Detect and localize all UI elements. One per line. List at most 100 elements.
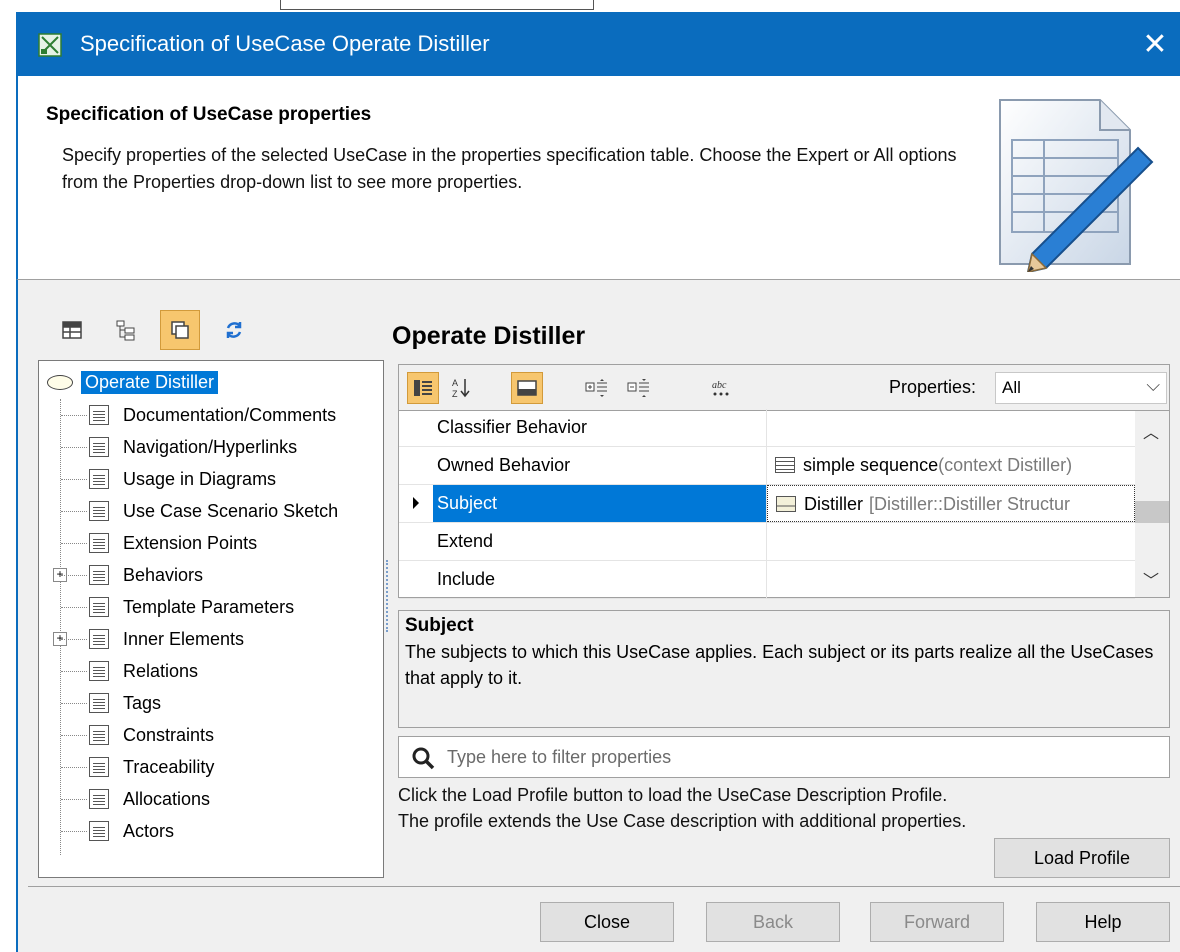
scroll-down-icon[interactable]: ﹀ — [1143, 567, 1159, 591]
background-window-fragment — [280, 0, 594, 10]
property-page-icon — [89, 757, 109, 777]
show-description-toggle[interactable] — [511, 372, 543, 404]
row-selector-icon — [413, 497, 419, 509]
tree-item[interactable]: Traceability — [47, 751, 377, 783]
tree-connector — [61, 511, 87, 512]
tree-icon — [116, 320, 135, 341]
sort-alphabetically-button[interactable]: A Z — [445, 372, 477, 404]
tree-connector — [61, 607, 87, 608]
panel-splitter[interactable] — [386, 560, 390, 632]
expand-all-icon — [585, 379, 607, 397]
properties-dropdown-value: All — [1002, 378, 1021, 397]
window-title: Specification of UseCase Operate Distill… — [80, 31, 490, 56]
search-icon — [412, 747, 435, 770]
refresh-button[interactable] — [214, 310, 254, 350]
overlap-view-icon — [171, 321, 189, 339]
load-profile-button[interactable]: Load Profile — [994, 838, 1170, 878]
tree-item[interactable]: + Inner Elements — [47, 623, 377, 655]
tree-item[interactable]: + Behaviors — [47, 559, 377, 591]
properties-toolbar: A Z abc Properties: All ⌵ — [398, 364, 1170, 410]
property-page-icon — [89, 437, 109, 457]
tree-item-label: Traceability — [123, 756, 215, 777]
back-button[interactable]: Back — [706, 902, 840, 942]
tree-item[interactable]: Actors — [47, 815, 377, 847]
categorized-view-toggle[interactable] — [407, 372, 439, 404]
filter-input[interactable] — [445, 743, 1145, 771]
property-value[interactable]: simple sequence(context Distiller) — [767, 447, 1135, 484]
properties-scrollbar[interactable]: ︿ ﹀ — [1135, 411, 1169, 597]
tree-item-label: Actors — [123, 820, 175, 841]
tree-connector — [61, 479, 87, 480]
categorized-icon — [414, 380, 432, 396]
tree-item[interactable]: Navigation/Hyperlinks — [47, 431, 377, 463]
tree-item[interactable]: Extension Points — [47, 527, 377, 559]
description-pane-icon — [517, 380, 537, 396]
property-page-icon — [89, 693, 109, 713]
help-button[interactable]: Help — [1036, 902, 1170, 942]
property-value-qualifier: [Distiller::Distiller Structur — [869, 494, 1071, 514]
tree-view-button[interactable] — [106, 310, 146, 350]
title-bar[interactable]: Specification of UseCase Operate Distill… — [16, 12, 1180, 76]
property-row[interactable]: Owned Behavior simple sequence(context Di… — [399, 447, 1135, 485]
property-description-title: Subject — [405, 615, 474, 636]
property-value[interactable] — [767, 561, 1135, 598]
hint-line-2: The profile extends the Use Case descrip… — [398, 811, 967, 831]
expand-all-button[interactable] — [581, 372, 613, 404]
property-description-text: The subjects to which this UseCase appli… — [405, 642, 1154, 688]
tree-item[interactable]: Usage in Diagrams — [47, 463, 377, 495]
property-row[interactable]: Subject Distiller [Distiller::Distiller St… — [399, 485, 1135, 523]
specification-tree[interactable]: Operate Distiller Documentation/Comments… — [38, 360, 384, 878]
property-value[interactable] — [767, 523, 1135, 560]
element-title: Operate Distiller — [392, 322, 586, 350]
property-value[interactable] — [767, 409, 1135, 446]
properties-filter-label: Properties: — [889, 377, 977, 397]
property-value[interactable]: Distiller [Distiller::Distiller Structur — [767, 485, 1135, 522]
tree-root-item[interactable]: Operate Distiller — [47, 367, 219, 397]
load-profile-hint: Click the Load Profile button to load th… — [398, 782, 966, 834]
filter-box[interactable] — [398, 736, 1170, 778]
tree-item[interactable]: Template Parameters — [47, 591, 377, 623]
tree-item[interactable]: Tags — [47, 687, 377, 719]
property-name: Subject — [433, 485, 767, 522]
collapse-all-button[interactable] — [623, 372, 655, 404]
table-icon — [62, 321, 82, 339]
tree-item[interactable]: Use Case Scenario Sketch — [47, 495, 377, 527]
property-row[interactable]: Classifier Behavior — [399, 409, 1135, 447]
tree-item-label: Inner Elements — [123, 628, 245, 649]
usecase-icon — [47, 374, 73, 390]
overlap-view-toggle[interactable] — [160, 310, 200, 350]
tree-connector — [61, 799, 87, 800]
table-view-button[interactable] — [52, 310, 92, 350]
property-value-text: simple sequence — [803, 455, 939, 475]
interaction-icon — [775, 457, 795, 473]
background-strip — [0, 0, 1180, 12]
tree-item-label: Navigation/Hyperlinks — [123, 436, 298, 457]
property-row[interactable]: Extend — [399, 523, 1135, 561]
block-icon — [776, 496, 796, 512]
properties-table[interactable]: Classifier Behavior Owned Behavior simple … — [398, 409, 1170, 599]
tree-item[interactable]: Constraints — [47, 719, 377, 751]
close-button[interactable]: Close — [540, 902, 674, 942]
scroll-up-icon[interactable]: ︿ — [1143, 419, 1159, 443]
property-value-qualifier: (context Distiller) — [938, 455, 1073, 475]
property-description-box: Subject The subjects to which this UseCa… — [398, 610, 1170, 728]
svg-text:Z: Z — [452, 389, 458, 399]
property-page-icon — [89, 565, 109, 585]
tree-connector — [61, 671, 87, 672]
property-page-icon — [89, 725, 109, 745]
scrollbar-thumb[interactable] — [1135, 501, 1169, 523]
property-page-icon — [89, 789, 109, 809]
tree-item[interactable]: Documentation/Comments — [47, 399, 377, 431]
forward-button[interactable]: Forward — [870, 902, 1004, 942]
property-page-icon — [89, 533, 109, 553]
property-name: Extend — [433, 523, 767, 560]
tree-item-label: Tags — [123, 692, 162, 713]
property-row[interactable]: Include — [399, 561, 1135, 599]
tree-item[interactable]: Allocations — [47, 783, 377, 815]
abbreviate-button[interactable]: abc — [705, 372, 737, 404]
properties-dropdown[interactable]: All ⌵ — [995, 372, 1167, 404]
property-name: Owned Behavior — [433, 447, 767, 484]
tree-item[interactable]: Relations — [47, 655, 377, 687]
tree-item-label: Extension Points — [123, 532, 258, 553]
close-icon[interactable]: ✕ — [1130, 12, 1180, 76]
